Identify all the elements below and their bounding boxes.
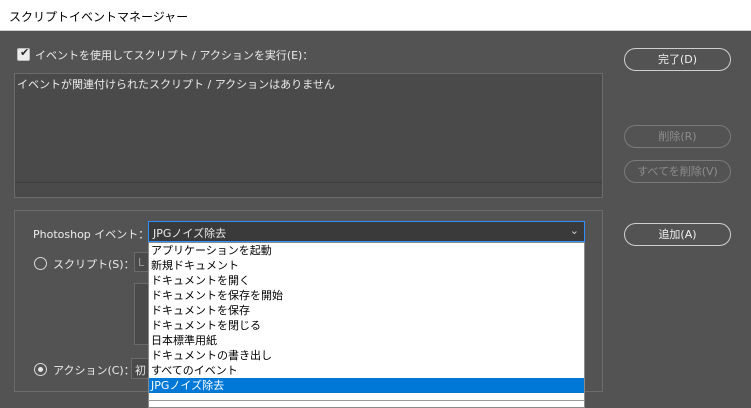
dropdown-option[interactable]: ドキュメントの書き出し (149, 348, 584, 363)
dropdown-option[interactable]: アプリケーションを起動 (149, 243, 584, 258)
add-button[interactable]: 追加(A) (624, 223, 731, 246)
dropdown-option[interactable]: ドキュメントを閉じる (149, 318, 584, 333)
dropdown-option[interactable]: ドキュメントを開く (149, 273, 584, 288)
event-list-empty-message: イベントが関連付けられたスクリプト / アクションはありません (17, 78, 335, 91)
enable-events-label: イベントを使用してスクリプト / アクションを実行(E)： (35, 49, 314, 62)
title-bar: スクリプトイベントマネージャー (0, 0, 751, 31)
action-select-value: 初 (135, 364, 146, 377)
checkmark-icon: ✔ (20, 46, 30, 59)
dropdown-divider (149, 400, 584, 401)
delete-button[interactable]: 削除(R) (624, 125, 731, 148)
chevron-down-icon: ⌄ (569, 224, 579, 237)
script-radio-label: スクリプト(S)： (53, 258, 135, 271)
photoshop-event-select[interactable]: JPGノイズ除去 ⌄ (148, 221, 585, 242)
selected-event-value: JPGノイズ除去 (153, 227, 227, 240)
done-button[interactable]: 完了(D) (624, 48, 731, 71)
photoshop-event-label: Photoshop イベント： (33, 228, 150, 241)
dropdown-option[interactable]: 新規ドキュメント (149, 258, 584, 273)
script-select-value: L (138, 256, 145, 269)
event-dropdown-list[interactable]: アプリケーションを起動 新規ドキュメント ドキュメントを開く ドキュメントを保存… (148, 242, 585, 408)
dropdown-option[interactable]: すべてのイベント (149, 363, 584, 378)
dropdown-option[interactable]: 日本標準用紙 (149, 333, 584, 348)
window-title: スクリプトイベントマネージャー (9, 10, 189, 24)
dropdown-option[interactable]: ドキュメントを保存を開始 (149, 288, 584, 303)
dropdown-option[interactable]: ドキュメントを保存 (149, 303, 584, 318)
list-divider (15, 182, 602, 183)
radio-dot (38, 367, 43, 372)
action-radio-label: アクション(C)： (53, 364, 135, 377)
event-list[interactable]: イベントが関連付けられたスクリプト / アクションはありません (14, 73, 603, 198)
action-radio[interactable] (34, 363, 47, 376)
dropdown-option[interactable]: JPGノイズ除去 (149, 378, 584, 393)
enable-events-checkbox[interactable]: ✔ (17, 46, 30, 61)
script-radio[interactable] (34, 257, 47, 270)
delete-all-button[interactable]: すべてを削除(V) (624, 160, 731, 183)
